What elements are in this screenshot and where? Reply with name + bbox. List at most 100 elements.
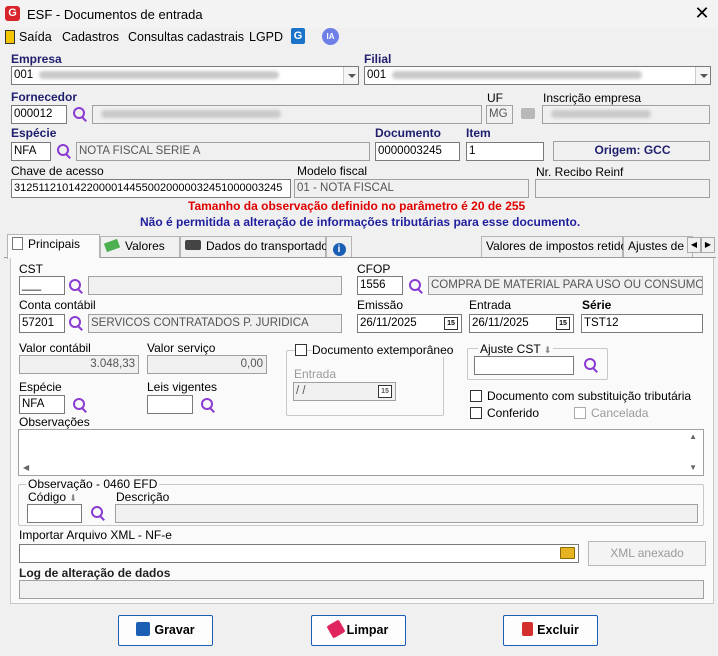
- search-icon[interactable]: [56, 143, 72, 159]
- tab-scroll-left-icon[interactable]: ◀: [687, 237, 701, 253]
- obs-efd-label: Observação - 0460 EFD: [26, 477, 160, 491]
- excluir-button[interactable]: Excluir: [503, 615, 598, 646]
- gravar-button[interactable]: Gravar: [118, 615, 213, 646]
- cfop-input[interactable]: 1556: [357, 276, 403, 295]
- tab-ajustes[interactable]: Ajustes de C: [623, 236, 693, 257]
- ajuste-cst-input[interactable]: [474, 356, 574, 375]
- especie-label: Espécie: [11, 126, 57, 140]
- scroll-left-icon[interactable]: ◀: [23, 463, 29, 472]
- tab-transportador-label: Dados do transportador: [206, 239, 333, 253]
- origem-text: Origem: GCC: [594, 143, 671, 157]
- inscricao-label: Inscrição empresa: [543, 91, 642, 105]
- chevron-down-icon[interactable]: [695, 67, 710, 84]
- scroll-down-icon[interactable]: ▼: [689, 463, 697, 472]
- codigo-input[interactable]: [27, 504, 82, 523]
- gcc-logo-icon[interactable]: G: [291, 28, 305, 44]
- documento-input[interactable]: 0000003245: [375, 142, 460, 161]
- menu-consultas[interactable]: Consultas cadastrais: [128, 28, 244, 46]
- leis-input[interactable]: [147, 395, 193, 414]
- chave-input[interactable]: 3125112101422000014455002000003245100000…: [11, 179, 291, 198]
- limpar-button[interactable]: Limpar: [311, 615, 406, 646]
- entrada-input[interactable]: 26/11/2025 15: [469, 314, 574, 333]
- empresa-select[interactable]: 001: [11, 66, 359, 85]
- chave-label: Chave de acesso: [11, 164, 104, 178]
- especie2-label: Espécie: [19, 380, 62, 394]
- scroll-up-icon[interactable]: ▲: [689, 432, 697, 441]
- emissao-label: Emissão: [357, 298, 404, 312]
- search-icon[interactable]: [68, 315, 84, 331]
- chevron-down-icon[interactable]: [343, 67, 358, 84]
- valor-servico-label: Valor serviço: [147, 341, 216, 355]
- tab-impostos-retidos[interactable]: Valores de impostos retidos: [481, 236, 633, 257]
- extemporaneo-checkbox[interactable]: [295, 344, 307, 356]
- truck-icon: [185, 240, 201, 250]
- search-icon[interactable]: [200, 397, 216, 413]
- search-icon[interactable]: [408, 278, 424, 294]
- conta-label: Conta contábil: [19, 298, 96, 312]
- observacoes-label: Observações: [19, 415, 90, 429]
- tab-info[interactable]: i: [326, 236, 352, 257]
- gravar-label: Gravar: [154, 623, 195, 637]
- conferido-checkbox[interactable]: [470, 407, 482, 419]
- valor-contabil-label: Valor contábil: [19, 341, 91, 355]
- serie-input[interactable]: TST12: [581, 314, 703, 333]
- valor-contabil-field: 3.048,33: [19, 355, 139, 374]
- entrada-value: 26/11/2025: [472, 317, 529, 329]
- substituicao-checkbox[interactable]: [470, 390, 482, 402]
- tab-scroll-right-icon[interactable]: ▶: [701, 237, 715, 253]
- leis-label: Leis vigentes: [147, 380, 218, 394]
- tab-impostos-label: Valores de impostos retidos: [486, 239, 634, 253]
- title-bar: G ESF - Documentos de entrada ✕: [0, 0, 718, 28]
- search-icon[interactable]: [72, 106, 88, 122]
- conta-desc-field: SERVICOS CONTRATADOS P. JURIDICA: [88, 314, 342, 333]
- calendar-icon: 15: [378, 385, 392, 398]
- modelo-field: 01 - NOTA FISCAL: [294, 179, 529, 198]
- fornecedor-code-input[interactable]: 000012: [11, 105, 67, 124]
- save-icon: [136, 622, 151, 636]
- limpar-label: Limpar: [346, 623, 389, 637]
- emissao-input[interactable]: 26/11/2025 15: [357, 314, 462, 333]
- eraser-icon[interactable]: [521, 108, 535, 119]
- item-input[interactable]: 1: [466, 142, 544, 161]
- tab-transportador[interactable]: Dados do transportador: [180, 236, 332, 257]
- observacoes-textarea[interactable]: ▲ ▼ ◀: [18, 429, 704, 476]
- trash-icon: [522, 622, 534, 636]
- especie-input[interactable]: NFA: [11, 142, 51, 161]
- folder-icon[interactable]: [560, 547, 575, 559]
- cst-input[interactable]: ___: [19, 276, 65, 295]
- calendar-icon[interactable]: 15: [556, 317, 570, 330]
- ajuste-cst-label: Ajuste CST ⬇: [478, 342, 554, 356]
- xml-path-input[interactable]: [19, 544, 579, 563]
- conta-input[interactable]: 57201: [19, 314, 65, 333]
- filial-select[interactable]: 001: [364, 66, 711, 85]
- especie-desc-field: NOTA FISCAL SERIE A: [76, 142, 370, 161]
- calendar-icon[interactable]: 15: [444, 317, 458, 330]
- tab-strip: Principais Valores Dados do transportado…: [4, 234, 716, 259]
- ajuste-cst-text: Ajuste CST: [480, 342, 541, 356]
- search-icon[interactable]: [583, 357, 599, 373]
- menu-cadastros[interactable]: Cadastros: [62, 28, 119, 46]
- cst-desc-field: [88, 276, 342, 295]
- extemporaneo-label: Documento extemporâneo: [312, 343, 457, 357]
- ia-icon[interactable]: IA: [322, 28, 339, 45]
- tab-principais[interactable]: Principais: [7, 234, 100, 259]
- search-icon[interactable]: [90, 505, 106, 521]
- conferido-label: Conferido: [487, 406, 540, 420]
- menu-saida[interactable]: Saída: [19, 28, 52, 46]
- info-message: Não é permitida a alteração de informaçõ…: [140, 215, 581, 229]
- extemp-entrada-input: / / 15: [293, 382, 396, 401]
- search-icon[interactable]: [68, 278, 84, 294]
- descricao-field: [115, 504, 698, 523]
- tab-valores[interactable]: Valores: [100, 236, 180, 257]
- item-label: Item: [466, 126, 491, 140]
- search-icon[interactable]: [72, 397, 88, 413]
- error-message: Tamanho da observação definido no parâme…: [188, 199, 526, 213]
- cfop-label: CFOP: [357, 262, 391, 276]
- tab-ajustes-label: Ajustes de C: [628, 239, 693, 253]
- menu-lgpd[interactable]: LGPD: [249, 28, 283, 46]
- doc-icon: [12, 237, 23, 250]
- close-icon[interactable]: ✕: [693, 3, 711, 23]
- extemp-entrada-label: Entrada: [294, 367, 337, 381]
- info-icon: i: [332, 243, 346, 256]
- especie2-input[interactable]: NFA: [19, 395, 65, 414]
